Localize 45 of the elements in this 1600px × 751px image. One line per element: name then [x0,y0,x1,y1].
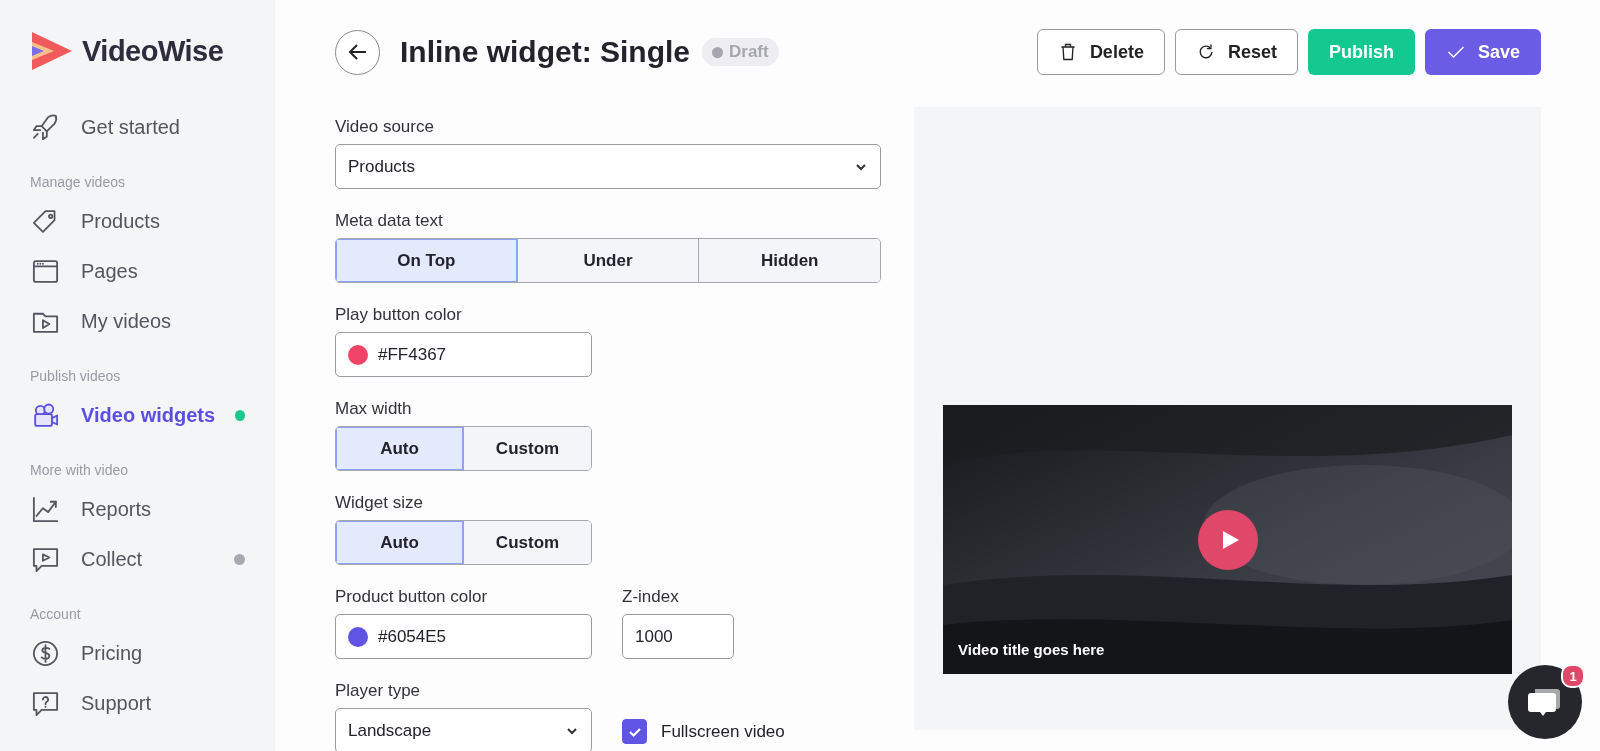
back-button[interactable] [335,29,380,75]
status-badge: Draft [702,38,779,66]
field-label: Product button color [335,587,489,607]
color-field[interactable]: #FF4367 [335,332,592,377]
field-label: Z-index [622,587,680,607]
sidebar-item[interactable]: Support [30,678,245,728]
field-label: Max width [335,399,413,419]
segment-option[interactable]: Auto [336,521,463,564]
sidebar-item[interactable]: Pricing [30,628,245,678]
segment-option[interactable]: Auto [336,427,463,470]
section-heading: More with video [30,462,129,478]
select-field[interactable]: Products [335,144,881,189]
sidebar-item[interactable]: Reports [30,484,245,534]
sidebar-item[interactable]: Video widgets [30,390,245,440]
segment-option[interactable]: On Top [336,239,517,282]
sidebar-item[interactable]: Get started [30,102,245,152]
sidebar-item[interactable]: My videos [30,296,245,346]
segment-option[interactable]: Custom [463,427,591,470]
checkbox[interactable] [622,719,647,744]
checkbox-label: Fullscreen video [661,721,785,742]
segment-option[interactable]: Hidden [698,239,880,282]
select-field[interactable]: Landscape [335,708,592,751]
sidebar-item[interactable]: Products [30,196,245,246]
segment-option[interactable]: Custom [463,521,591,564]
field-label: Player type [335,681,422,701]
section-heading: Account [30,606,81,622]
number-field[interactable]: 1000 [622,614,734,659]
section-heading: Manage videos [30,174,125,190]
sidebar-item[interactable]: Pages [30,246,245,296]
segment-option[interactable]: Under [516,239,699,282]
field-label: Meta data text [335,211,444,231]
page-title: Inline widget: Single [400,35,690,69]
field-label: Widget size [335,493,424,513]
color-field[interactable]: #6054E5 [335,614,592,659]
video-title: Video title goes here [958,641,1105,658]
field-label: Play button color [335,305,463,325]
logo-text: VideoWise [82,34,224,68]
sidebar-item[interactable]: Collect [30,534,245,584]
field-label: Video source [335,117,435,137]
notification-badge: 1 [1561,664,1585,688]
section-heading: Publish videos [30,368,121,384]
logo-icon [30,30,74,72]
reset-button[interactable]: Reset [1174,29,1298,75]
delete-button[interactable]: Delete [1036,29,1165,75]
save-button[interactable]: Save [1424,29,1541,75]
